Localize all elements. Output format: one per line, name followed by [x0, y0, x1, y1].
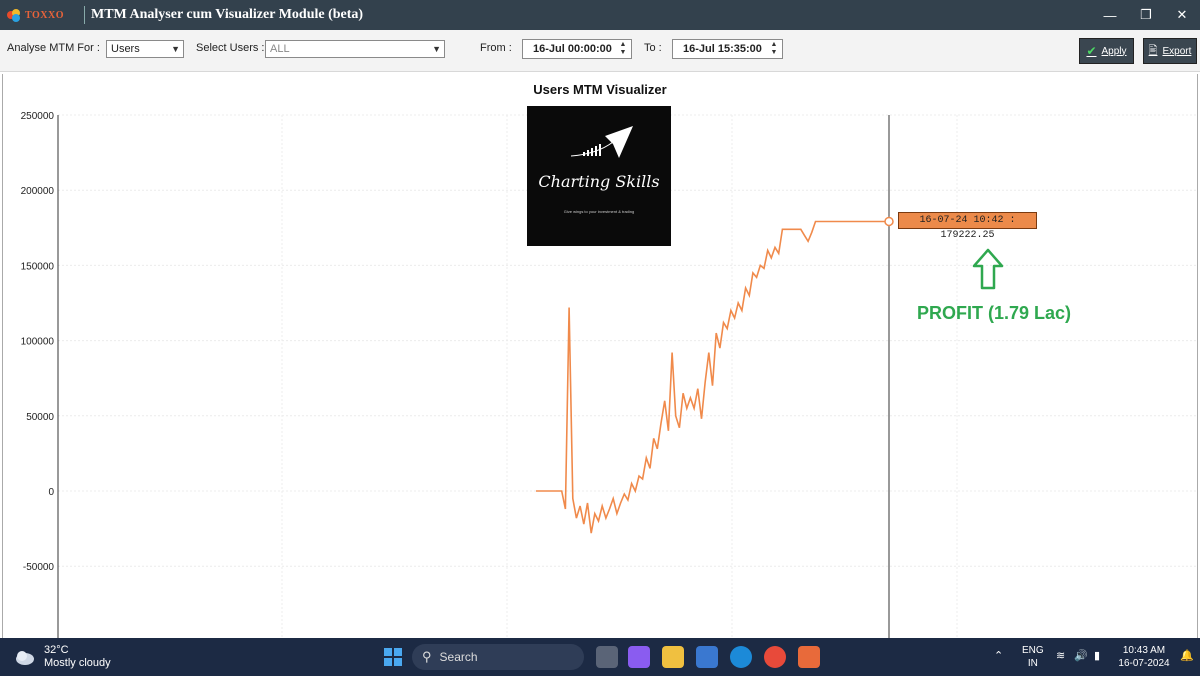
store-icon[interactable]: [696, 646, 718, 668]
y-tick-label: 150000: [21, 261, 55, 272]
notification-icon[interactable]: 🔔: [1180, 650, 1194, 663]
value-tooltip: 16-07-24 10:42 : 179222.25: [898, 212, 1037, 241]
wifi-icon[interactable]: ≋: [1056, 650, 1065, 663]
toxxo-app-icon[interactable]: [798, 646, 820, 668]
paper-plane-icon: [570, 126, 633, 158]
weather-desc: Mostly cloudy: [44, 657, 111, 669]
weather-widget[interactable]: 32°C Mostly cloudy: [14, 644, 111, 670]
tray-overflow-icon[interactable]: ⌃: [994, 650, 1003, 663]
battery-icon[interactable]: ▮: [1094, 650, 1100, 663]
volume-icon[interactable]: 🔊: [1074, 650, 1088, 663]
y-tick-label: 0: [48, 487, 54, 498]
watermark-logo: Charting Skills Give wings to your inves…: [527, 106, 671, 246]
watermark-title: Charting Skills: [538, 172, 660, 191]
y-axis-ticks: 250000 200000 150000 100000 50000 0 -50000: [21, 111, 55, 573]
weather-temp: 32°C: [44, 644, 69, 656]
y-tick-label: -50000: [23, 562, 55, 573]
watermark-tagline: Give wings to your investment & trading: [563, 209, 635, 214]
up-arrow-icon: [972, 248, 1004, 290]
y-tick-label: 250000: [21, 111, 55, 122]
language-code: ENG: [1022, 645, 1044, 656]
taskbar-search[interactable]: ⚲ Search: [412, 644, 584, 670]
start-icon[interactable]: [382, 646, 404, 668]
clock[interactable]: 10:43 AM 16-07-2024: [1116, 644, 1172, 670]
y-tick-label: 200000: [21, 186, 55, 197]
edge-icon[interactable]: [730, 646, 752, 668]
clock-date: 16-07-2024: [1118, 658, 1170, 669]
language-indicator[interactable]: ENG IN: [1022, 644, 1044, 670]
copilot-icon[interactable]: [628, 646, 650, 668]
cloud-icon: [16, 651, 34, 665]
search-label: Search: [439, 650, 478, 664]
file-explorer-icon[interactable]: [662, 646, 684, 668]
y-tick-label: 100000: [21, 337, 55, 348]
mtm-series-line: [536, 220, 889, 534]
clock-time: 10:43 AM: [1122, 645, 1166, 656]
task-view-icon[interactable]: [596, 646, 618, 668]
search-icon: ⚲: [422, 649, 432, 664]
profit-annotation: PROFIT (1.79 Lac): [917, 303, 1072, 323]
y-tick-label: 50000: [26, 412, 54, 423]
language-region: IN: [1027, 658, 1038, 669]
windows-taskbar: 32°C Mostly cloudy ⚲ Search ⌃ ENG IN ≋ 🔊…: [0, 638, 1200, 676]
cursor-point: [884, 216, 894, 227]
chrome-icon[interactable]: [764, 646, 786, 668]
